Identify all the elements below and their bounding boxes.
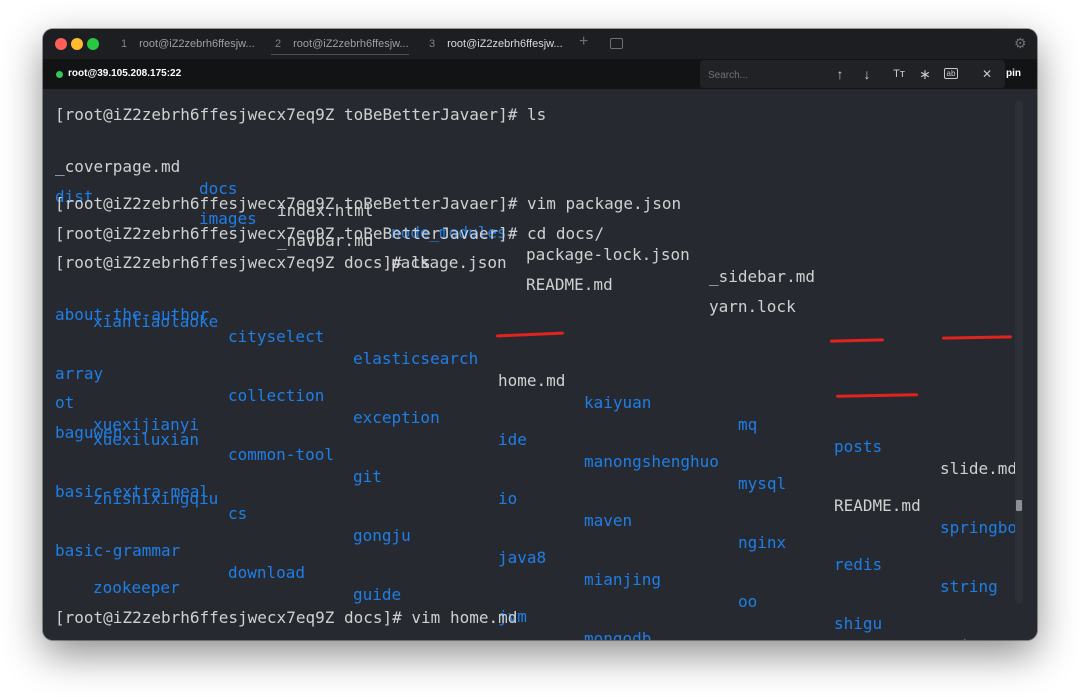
dir-entry: guide bbox=[353, 585, 402, 604]
pin-button[interactable]: pin bbox=[1006, 59, 1021, 89]
search-bar: ↑ ↓ Tт ∗ ab ✕ bbox=[700, 60, 1005, 88]
tab-3[interactable]: 3 root@iZ2zebrh6ffesjw... bbox=[429, 29, 569, 59]
dir-entry: posts bbox=[834, 437, 883, 456]
tab-bar: 1 root@iZ2zebrh6ffesjw... 2 root@iZ2zebrh6… bbox=[43, 29, 1037, 59]
file-entry: package-lock.json bbox=[526, 245, 690, 264]
dir-entry: io bbox=[498, 489, 518, 508]
dir-entry: xuexiluxian bbox=[93, 430, 199, 449]
tab-label: root@iZ2zebrh6ffesjw... bbox=[139, 38, 255, 50]
dir-entry: download bbox=[228, 563, 306, 582]
terminal-output[interactable]: [root@iZ2zebrh6ffesjwecx7eq9Z toBeBetter… bbox=[43, 89, 1037, 640]
dir-entry: redis bbox=[834, 555, 883, 574]
connection-status-dot bbox=[56, 71, 63, 78]
prompt-line: [root@iZ2zebrh6ffesjwecx7eq9Z toBeBetter… bbox=[55, 194, 682, 213]
scrollbar-thumb[interactable] bbox=[1016, 500, 1022, 511]
tab-label: root@iZ2zebrh6ffesjw... bbox=[293, 38, 409, 50]
search-previous-icon[interactable]: ↑ bbox=[830, 60, 850, 88]
tab-number: 2 bbox=[275, 38, 282, 50]
ls-output-row: baguwen common-tool git io maven nginx r… bbox=[55, 400, 1015, 596]
search-next-icon[interactable]: ↓ bbox=[857, 60, 877, 88]
close-window-button[interactable] bbox=[55, 38, 67, 50]
close-search-icon[interactable]: ✕ bbox=[978, 60, 996, 88]
tab-underline bbox=[271, 54, 409, 55]
ls-output-row: _coverpage.md docs index.html node_modul… bbox=[55, 134, 1005, 286]
tab-1[interactable]: 1 root@iZ2zebrh6ffesjw... bbox=[121, 29, 261, 59]
prompt-line: [root@iZ2zebrh6ffesjwecx7eq9Z docs]# vim… bbox=[55, 608, 518, 627]
file-entry: home.md bbox=[498, 371, 566, 390]
prompt-line: [root@iZ2zebrh6ffesjwecx7eq9Z toBeBetter… bbox=[55, 105, 547, 124]
annotation-underline bbox=[495, 331, 565, 337]
new-tab-icon[interactable]: + bbox=[579, 33, 588, 51]
regex-icon[interactable]: ∗ bbox=[916, 60, 934, 88]
dir-entry: mongodb bbox=[584, 629, 652, 640]
dir-entry: string bbox=[940, 577, 998, 596]
ls-output-row: dist images _navbar.md package.json READ… bbox=[55, 164, 1005, 316]
minimize-window-button[interactable] bbox=[71, 38, 83, 50]
dir-entry: ide bbox=[498, 430, 527, 449]
prompt-line: [root@iZ2zebrh6ffesjwecx7eq9Z docs]# ls bbox=[55, 253, 431, 272]
annotation-underline bbox=[835, 393, 919, 398]
tab-overview-icon[interactable] bbox=[610, 38, 623, 49]
session-bar: root@39.105.208.175:22 ↑ ↓ Tт ∗ ab ✕ pin bbox=[43, 59, 1037, 89]
ls-output-row: basic-grammar download guide jvm mongodb… bbox=[55, 518, 1015, 640]
dir-entry: szjy bbox=[940, 635, 979, 640]
dir-entry: mianjing bbox=[584, 570, 662, 589]
ls-output-row: basic-extra-meal cs gongju java8 mianjin… bbox=[55, 459, 1015, 640]
scrollbar-track[interactable] bbox=[1015, 101, 1023, 604]
ls-output-row: ot xuexijianyi bbox=[55, 370, 355, 434]
terminal-window: 1 root@iZ2zebrh6ffesjw... 2 root@iZ2zebrh6… bbox=[43, 29, 1037, 640]
whole-word-icon[interactable]: ab bbox=[940, 60, 962, 88]
tab-number: 1 bbox=[121, 38, 128, 50]
ls-output-row: array collection exception ide manongshe… bbox=[55, 341, 1017, 537]
dir-entry: basic-grammar bbox=[55, 541, 181, 560]
tab-number: 3 bbox=[429, 38, 436, 50]
match-case-icon[interactable]: Tт bbox=[887, 60, 911, 88]
dir-entry: shigu bbox=[834, 614, 883, 633]
annotation-underline bbox=[941, 335, 1013, 340]
session-name: root@39.105.208.175:22 bbox=[68, 68, 182, 79]
dir-entry: zhishixingqiu bbox=[93, 489, 219, 508]
dir-entry: oo bbox=[738, 592, 758, 611]
tab-label: root@iZ2zebrh6ffesjw... bbox=[447, 38, 563, 50]
dir-entry: xianliaolaoke bbox=[93, 312, 219, 331]
prompt-line: [root@iZ2zebrh6ffesjwecx7eq9Z toBeBetter… bbox=[55, 224, 605, 243]
ls-output-row: about-the-author cityselect elasticsearc… bbox=[55, 282, 1017, 478]
dir-entry: zookeeper bbox=[93, 578, 180, 597]
search-input[interactable] bbox=[706, 64, 825, 86]
maximize-window-button[interactable] bbox=[87, 38, 99, 50]
file-entry: README.md bbox=[834, 496, 921, 515]
settings-gear-icon[interactable]: ⚙ bbox=[1014, 35, 1027, 52]
dir-entry: java8 bbox=[498, 548, 547, 567]
whole-word-label: ab bbox=[943, 68, 959, 79]
